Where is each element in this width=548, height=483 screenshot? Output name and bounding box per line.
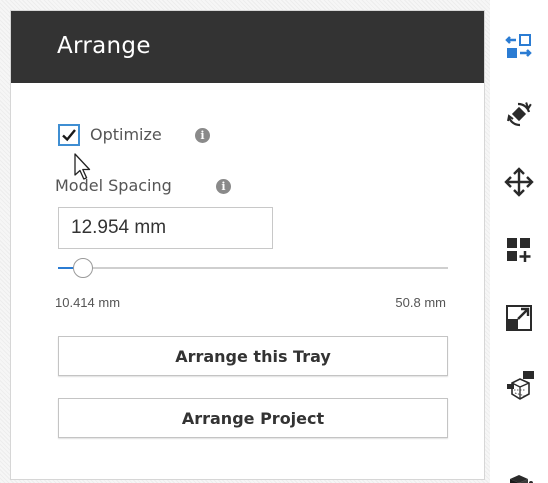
support-icon [507,371,534,400]
model-spacing-label: Model Spacing [55,176,172,195]
scale-icon [506,305,532,331]
optimize-checkbox[interactable] [58,124,80,146]
model-spacing-input[interactable] [58,207,273,249]
arrange-panel: Arrange Optimize i Model Spacing i 10.41… [10,10,485,480]
right-toolbar [490,0,548,483]
slider-min-label: 10.414 mm [55,295,121,310]
move-icon [504,167,534,197]
slider-max-label: 50.8 mm [395,295,446,310]
arrange-icon [505,34,532,58]
toolbar-arrange[interactable] [490,19,548,73]
info-icon[interactable]: i [216,179,231,194]
info-icon[interactable]: i [195,128,210,143]
arrange-project-button[interactable]: Arrange Project [58,398,448,438]
panel-title: Arrange [57,33,151,59]
toolbar-rotate[interactable] [490,87,548,141]
rotate-icon [507,102,532,127]
toolbar-move[interactable] [490,155,548,209]
slider-thumb[interactable] [72,258,93,278]
model-icon [510,475,533,483]
toolbar-scale[interactable] [490,291,548,345]
panel-header: Arrange [11,11,484,83]
model-spacing-slider[interactable] [58,267,448,269]
optimize-label: Optimize [90,125,162,144]
checkmark-icon [62,129,76,142]
toolbar-duplicate[interactable] [490,223,548,277]
duplicate-icon [507,238,531,262]
toolbar-model[interactable] [490,449,548,483]
arrange-tray-button[interactable]: Arrange this Tray [58,336,448,376]
toolbar-support[interactable] [490,359,548,413]
